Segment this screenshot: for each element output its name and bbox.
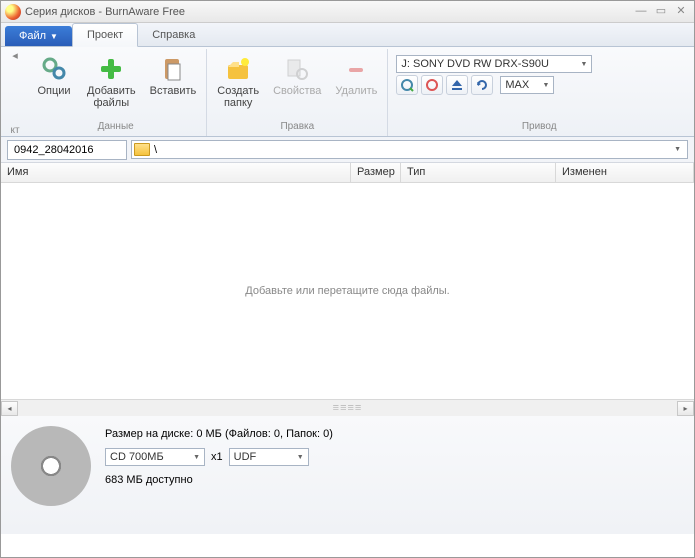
disc-graphic xyxy=(11,426,91,506)
maximize-button[interactable]: ▭ xyxy=(652,5,670,19)
properties-icon xyxy=(283,55,311,83)
clipboard-icon xyxy=(159,55,187,83)
ribbon-nav-left[interactable]: ◂ кт xyxy=(5,49,25,136)
tab-help[interactable]: Справка xyxy=(138,24,209,46)
drive-action-2[interactable] xyxy=(421,75,443,95)
plus-icon xyxy=(97,55,125,83)
group-drive-label: Привод xyxy=(392,119,686,134)
disc-summary: Размер на диске: 0 МБ (Файлов: 0, Папок:… xyxy=(105,428,333,440)
group-data-label: Данные xyxy=(29,119,202,134)
titlebar: Серия дисков - BurnAware Free — ▭ ✕ xyxy=(1,1,694,23)
scroll-left[interactable]: ◂ xyxy=(1,401,18,416)
disc-name-input[interactable] xyxy=(7,140,127,160)
drive-action-1[interactable] xyxy=(396,75,418,95)
path-select[interactable]: \ ▼ xyxy=(131,140,688,159)
app-icon xyxy=(5,4,21,20)
chevron-down-icon: ▼ xyxy=(670,146,685,153)
column-headers: Имя Размер Тип Изменен xyxy=(1,163,694,183)
scrollbar[interactable]: ◂ ≡≡≡≡ ▸ xyxy=(1,399,694,416)
group-edit-label: Правка xyxy=(211,119,383,134)
free-space: 683 МБ доступно xyxy=(105,474,333,486)
chevron-down-icon: ▼ xyxy=(580,61,587,68)
minimize-button[interactable]: — xyxy=(632,5,650,19)
delete-button[interactable]: Удалить xyxy=(329,51,383,101)
file-label: Файл xyxy=(19,30,46,42)
chevron-down-icon: ▼ xyxy=(297,454,304,461)
media-select[interactable]: CD 700МБ ▼ xyxy=(105,448,205,466)
add-files-button[interactable]: Добавить файлы xyxy=(81,51,142,113)
delete-icon xyxy=(342,55,370,83)
speed-select[interactable]: MAX ▼ xyxy=(500,76,554,94)
col-modified[interactable]: Изменен xyxy=(556,163,694,182)
gear-icon xyxy=(40,55,68,83)
create-folder-button[interactable]: Создать папку xyxy=(211,51,265,113)
paste-button[interactable]: Вставить xyxy=(144,51,203,101)
status-bar: Размер на диске: 0 МБ (Файлов: 0, Папок:… xyxy=(1,416,694,534)
col-size[interactable]: Размер xyxy=(351,163,401,182)
tab-strip: Файл ▼ Проект Справка xyxy=(1,23,694,47)
drive-select[interactable]: J: SONY DVD RW DRX-S90U ▼ xyxy=(396,55,592,73)
path-bar: \ ▼ xyxy=(1,137,694,163)
eject-button[interactable] xyxy=(446,75,468,95)
new-folder-icon xyxy=(224,55,252,83)
filesystem-select[interactable]: UDF ▼ xyxy=(229,448,309,466)
file-menu[interactable]: Файл ▼ xyxy=(5,26,72,46)
scroll-grip[interactable]: ≡≡≡≡ xyxy=(18,402,677,414)
chevron-left-icon: ◂ xyxy=(12,49,18,62)
col-type[interactable]: Тип xyxy=(401,163,556,182)
dropdown-icon: ▼ xyxy=(50,32,58,41)
options-button[interactable]: Опции xyxy=(29,51,79,101)
folder-icon xyxy=(134,143,150,156)
window-title: Серия дисков - BurnAware Free xyxy=(25,6,630,18)
ribbon: ◂ кт Опции Добавить файлы Вставить Данны… xyxy=(1,47,694,137)
file-list[interactable]: Добавьте или перетащите сюда файлы. xyxy=(1,183,694,399)
scroll-right[interactable]: ▸ xyxy=(677,401,694,416)
multiplier-label: x1 xyxy=(211,451,223,463)
chevron-down-icon: ▼ xyxy=(193,454,200,461)
chevron-down-icon: ▼ xyxy=(542,82,549,89)
col-name[interactable]: Имя xyxy=(1,163,351,182)
close-button[interactable]: ✕ xyxy=(672,5,690,19)
tab-project[interactable]: Проект xyxy=(72,23,138,47)
empty-hint: Добавьте или перетащите сюда файлы. xyxy=(245,285,449,297)
properties-button[interactable]: Свойства xyxy=(267,51,327,101)
refresh-button[interactable] xyxy=(471,75,493,95)
